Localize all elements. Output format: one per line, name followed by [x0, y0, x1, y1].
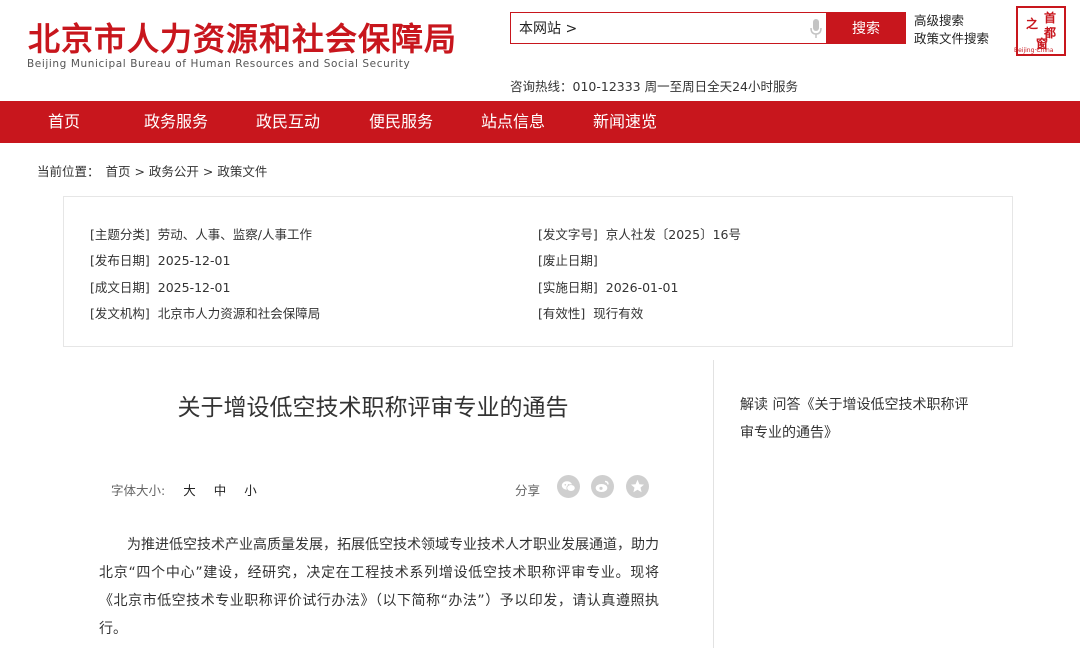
meta-key: [废止日期]: [538, 253, 598, 268]
font-size-large-button[interactable]: 大: [183, 483, 196, 498]
meta-value: 北京市人力资源和社会保障局: [157, 306, 321, 321]
font-size-label: 字体大小:: [111, 483, 166, 498]
site-header: 北京市人力资源和社会保障局 Beijing Municipal Bureau o…: [0, 0, 1080, 101]
search-links: 高级搜索 政策文件搜索: [914, 12, 989, 48]
share-label: 分享: [515, 483, 541, 498]
nav-item-convenience[interactable]: 便民服务: [369, 101, 433, 143]
meta-key: [主题分类]: [90, 227, 150, 242]
search-button[interactable]: 搜索: [826, 12, 906, 44]
meta-value: 2025-12-01: [157, 253, 231, 268]
main-nav: 首页 政务服务 政民互动 便民服务 站点信息 新闻速览: [0, 101, 1080, 143]
meta-publish-date: [发布日期] 2025-12-01: [90, 250, 230, 269]
weibo-icon[interactable]: [591, 475, 614, 498]
site-logo-title[interactable]: 北京市人力资源和社会保障局: [28, 14, 457, 60]
meta-value: 2025-12-01: [157, 280, 231, 295]
article-body-paragraph: 为推进低空技术产业高质量发展，拓展低空技术领域专业技术人才职业发展通道，助力北京…: [99, 537, 659, 637]
breadcrumb: 当前位置： 首页 > 政务公开 > 政策文件: [37, 161, 269, 180]
meta-key: [发文机构]: [90, 306, 150, 321]
nav-item-gov-services[interactable]: 政务服务: [144, 101, 208, 143]
nav-item-site-info[interactable]: 站点信息: [481, 101, 545, 143]
search-scope-selector[interactable]: 本网站 >: [519, 18, 577, 38]
meta-repeal-date: [废止日期]: [538, 250, 606, 269]
breadcrumb-path[interactable]: 首页 > 政务公开 > 政策文件: [106, 164, 268, 179]
meta-written-date: [成文日期] 2025-12-01: [90, 277, 230, 296]
meta-issuer: [发文机构] 北京市人力资源和社会保障局: [90, 303, 320, 322]
nav-item-news[interactable]: 新闻速览: [593, 101, 657, 143]
breadcrumb-prefix: 当前位置：: [37, 164, 100, 179]
meta-value: 现行有效: [593, 306, 644, 321]
microphone-icon[interactable]: [809, 18, 823, 40]
nav-item-interaction[interactable]: 政民互动: [256, 101, 320, 143]
font-size-controls: 字体大小: 大 中 小: [111, 480, 257, 499]
meta-key: [实施日期]: [538, 280, 598, 295]
hotline-text: 咨询热线：010-12333 周一至周日全天24小时服务: [510, 79, 799, 94]
meta-doc-number: [发文字号] 京人社发〔2025〕16号: [538, 224, 741, 243]
meta-key: [发布日期]: [90, 253, 150, 268]
site-logo-subtitle: Beijing Municipal Bureau of Human Resour…: [27, 58, 411, 70]
font-size-medium-button[interactable]: 中: [214, 483, 227, 498]
meta-key: [成文日期]: [90, 280, 150, 295]
meta-key: [有效性]: [538, 306, 586, 321]
seal-char: 之: [1026, 17, 1039, 31]
advanced-search-link[interactable]: 高级搜索: [914, 12, 989, 30]
article-title: 关于增设低空技术职称评审专业的通告: [177, 395, 569, 421]
nav-item-home[interactable]: 首页: [48, 101, 80, 143]
meta-value: 2026-01-01: [605, 280, 679, 295]
document-meta-box: [主题分类] 劳动、人事、监察/人事工作 [发布日期] 2025-12-01 [成文…: [63, 196, 1013, 347]
meta-key: [发文字号]: [538, 227, 598, 242]
meta-effective-date: [实施日期] 2026-01-01: [538, 277, 678, 296]
font-size-small-button[interactable]: 小: [244, 483, 257, 498]
interpretation-link[interactable]: 解读 问答《关于增设低空技术职称评审专业的通告》: [740, 391, 980, 447]
seal-char: 首: [1044, 11, 1057, 25]
other-share-icon[interactable]: [626, 475, 649, 498]
seal-subtitle: Beijing·China: [1014, 47, 1054, 54]
search-input[interactable]: 本网站 >: [510, 12, 826, 44]
meta-subject: [主题分类] 劳动、人事、监察/人事工作: [90, 224, 312, 243]
meta-validity: [有效性] 现行有效: [538, 303, 643, 322]
meta-value: 京人社发〔2025〕16号: [605, 227, 741, 242]
policy-search-link[interactable]: 政策文件搜索: [914, 30, 989, 48]
meta-value: 劳动、人事、监察/人事工作: [157, 227, 312, 242]
wechat-icon[interactable]: [557, 475, 580, 498]
